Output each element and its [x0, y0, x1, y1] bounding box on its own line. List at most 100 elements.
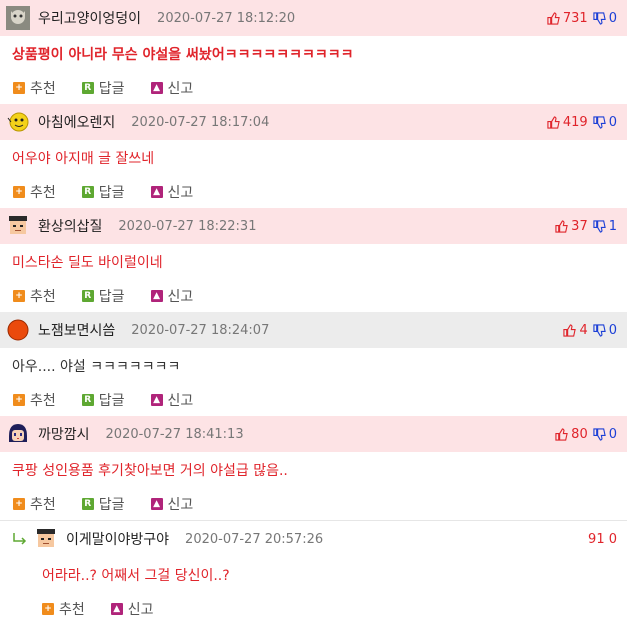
upvote-count: 80 — [571, 426, 588, 442]
plus-icon: + — [13, 394, 25, 406]
recommend-button[interactable]: + 추천 — [13, 390, 56, 410]
downvote[interactable]: 1 — [593, 219, 617, 234]
reply-icon: R — [81, 186, 94, 198]
comment-nickname[interactable]: 우리고양이엉덩이 — [38, 8, 141, 28]
comment-item: 까망깜시 2020-07-27 18:41:13 80 0 쿠팡 성인용품 후기… — [0, 416, 627, 520]
comment-header: 아침에오렌지 2020-07-27 18:17:04 419 0 — [0, 104, 627, 140]
upvote[interactable]: 80 — [555, 427, 588, 442]
comment-actions: + 추천 R 답글 ▲ 신고 — [0, 176, 627, 208]
reply-button[interactable]: R 답글 — [81, 182, 125, 202]
comment-text: 어우야 아지매 글 잘쓰네 — [12, 151, 155, 167]
comment-header: 이게말이야방구야 2020-07-27 20:57:26 91 0 — [0, 521, 627, 557]
thumbs-up-icon — [555, 427, 568, 441]
reply-button[interactable]: R 답글 — [81, 78, 125, 98]
comment-item: 아침에오렌지 2020-07-27 18:17:04 419 0 어우야 아지매… — [0, 104, 627, 208]
thumbs-down-icon — [593, 323, 606, 337]
thumbs-up-icon — [563, 323, 577, 337]
report-icon: ▲ — [150, 394, 163, 406]
comment-item: 환상의삽질 2020-07-27 18:22:31 37 1 미스타손 딜도 바… — [0, 208, 627, 312]
vote-counts: 91 0 — [588, 532, 617, 547]
report-icon: ▲ — [150, 82, 163, 94]
reply-icon: R — [81, 498, 94, 510]
comment-nickname[interactable]: 노잼보면시씀 — [38, 320, 115, 340]
vote-counts: 419 0 — [547, 115, 617, 130]
downvote-count: 0 — [608, 10, 617, 26]
thumbs-down-icon — [593, 219, 606, 233]
upvote[interactable]: 731 — [547, 11, 588, 26]
plus-icon: + — [42, 603, 54, 615]
reply-button[interactable]: R 답글 — [81, 286, 125, 306]
comment-text: 미스타손 딜도 바이럴이네 — [12, 255, 163, 271]
comment-date: 2020-07-27 18:17:04 — [131, 114, 270, 130]
graduate-cap-avatar — [9, 216, 27, 234]
comment-nickname[interactable]: 까망깜시 — [38, 424, 90, 444]
reply-arrow-icon — [13, 533, 27, 545]
comment-actions: + 추천 R 답글 ▲ 신고 — [0, 72, 627, 104]
downvote[interactable]: 0 — [593, 115, 617, 130]
downvote-count: 0 — [608, 426, 617, 442]
upvote-count: 731 — [562, 10, 588, 26]
comment-date: 2020-07-27 18:22:31 — [118, 218, 257, 234]
comment-actions: + 추천 R 답글 ▲ 신고 — [0, 488, 627, 520]
vote-count-text: 91 0 — [588, 531, 617, 547]
yellow-character-avatar — [7, 112, 29, 132]
report-button[interactable]: ▲ 신고 — [150, 286, 193, 306]
upvote[interactable]: 37 — [555, 219, 588, 234]
upvote-count: 4 — [579, 322, 588, 338]
comment-text: 아우.... 야설 ㅋㅋㅋㅋㅋㅋㅋ — [12, 359, 181, 375]
thumbs-down-icon — [593, 427, 606, 441]
report-icon: ▲ — [150, 290, 163, 302]
recommend-button[interactable]: + 추천 — [13, 78, 56, 98]
comment-date: 2020-07-27 18:24:07 — [131, 322, 270, 338]
reply-icon: R — [81, 290, 94, 302]
comment-header: 환상의삽질 2020-07-27 18:22:31 37 1 — [0, 208, 627, 244]
comment-text: 쿠팡 성인용품 후기찾아보면 거의 야설급 많음.. — [12, 463, 288, 479]
dark-hair-girl-avatar — [9, 424, 27, 442]
upvote[interactable]: 4 — [563, 322, 588, 338]
comment-date: 2020-07-27 18:12:20 — [157, 10, 296, 26]
comment-nickname[interactable]: 환상의삽질 — [38, 216, 102, 236]
vote-counts: 731 0 — [547, 11, 617, 26]
downvote[interactable]: 0 — [593, 11, 617, 26]
downvote[interactable]: 0 — [593, 323, 617, 338]
upvote[interactable]: 419 — [547, 115, 588, 130]
comment-text: 상품평이 아니라 무슨 야설을 써놨어ㅋㅋㅋㅋㅋㅋㅋㅋㅋㅋ — [12, 47, 354, 63]
thumbs-down-icon — [593, 11, 606, 25]
cat-photo-avatar — [6, 6, 30, 30]
recommend-button[interactable]: + 추천 — [13, 494, 56, 514]
downvote-count: 0 — [608, 114, 617, 130]
plus-icon: + — [13, 82, 25, 94]
report-icon: ▲ — [150, 498, 163, 510]
upvote-count: 37 — [571, 218, 588, 234]
reply-comment-item: 이게말이야방구야 2020-07-27 20:57:26 91 0 어라라..?… — [0, 521, 627, 625]
thumbs-down-icon — [593, 115, 606, 129]
comment-actions: + 추천 R 답글 ▲ 신고 — [0, 384, 627, 416]
reply-icon: R — [81, 394, 94, 406]
plus-icon: + — [13, 290, 25, 302]
report-button[interactable]: ▲ 신고 — [150, 494, 193, 514]
report-button[interactable]: ▲ 신고 — [150, 182, 193, 202]
reply-icon: R — [81, 82, 94, 94]
comment-date: 2020-07-27 20:57:26 — [185, 531, 324, 547]
thumbs-up-icon — [555, 219, 568, 233]
comment-nickname[interactable]: 이게말이야방구야 — [66, 529, 169, 549]
comment-nickname[interactable]: 아침에오렌지 — [38, 112, 115, 132]
vote-counts: 37 1 — [555, 219, 617, 234]
report-button[interactable]: ▲ 신고 — [110, 599, 154, 619]
upvote-count: 419 — [562, 114, 588, 130]
report-button[interactable]: ▲ 신고 — [150, 390, 193, 410]
report-button[interactable]: ▲ 신고 — [150, 78, 193, 98]
comment-item: 노잼보면시씀 2020-07-27 18:24:07 4 0 아우.... 야설… — [0, 312, 627, 416]
comment-header: 까망깜시 2020-07-27 18:41:13 80 0 — [0, 416, 627, 452]
recommend-button[interactable]: + 추천 — [13, 182, 56, 202]
downvote[interactable]: 0 — [593, 427, 617, 442]
recommend-button[interactable]: + 추천 — [13, 286, 56, 306]
reply-button[interactable]: R 답글 — [81, 390, 125, 410]
reply-button[interactable]: R 답글 — [81, 494, 125, 514]
thumbs-up-icon — [547, 115, 560, 129]
thumbs-up-icon — [547, 11, 560, 25]
vote-counts: 80 0 — [555, 427, 617, 442]
recommend-button[interactable]: + 추천 — [42, 599, 85, 619]
orange-circle-avatar — [7, 319, 29, 341]
comment-actions: + 추천 ▲ 신고 — [0, 593, 627, 625]
